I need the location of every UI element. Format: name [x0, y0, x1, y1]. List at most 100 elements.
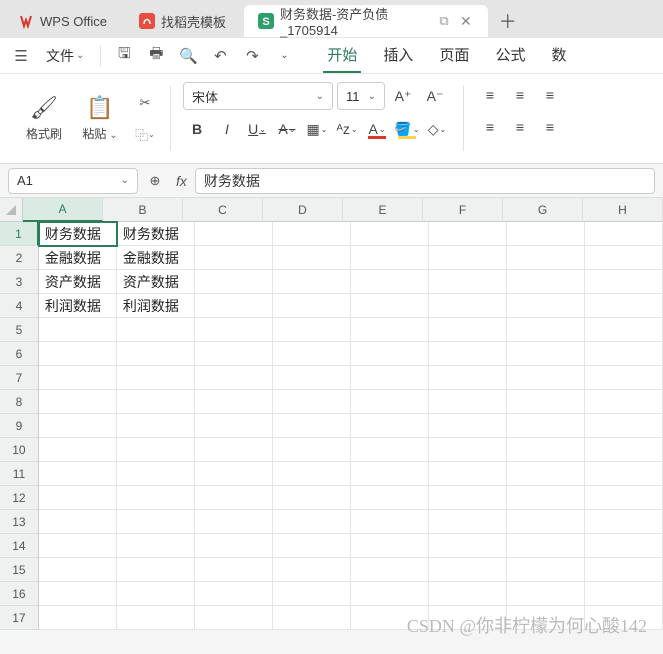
- cell[interactable]: [273, 390, 351, 414]
- tab-data[interactable]: 数: [547, 38, 570, 73]
- cell[interactable]: [429, 366, 507, 390]
- cell[interactable]: [195, 342, 273, 366]
- cell[interactable]: [117, 582, 195, 606]
- cell[interactable]: [273, 222, 351, 246]
- cell[interactable]: [507, 582, 585, 606]
- cell[interactable]: [117, 462, 195, 486]
- underline-button[interactable]: U⌄: [243, 116, 271, 142]
- cell[interactable]: [507, 366, 585, 390]
- cell[interactable]: [39, 582, 117, 606]
- cell[interactable]: [429, 582, 507, 606]
- cell[interactable]: 金融数据: [117, 246, 195, 270]
- cell[interactable]: [39, 558, 117, 582]
- column-header[interactable]: A: [23, 198, 103, 222]
- cell[interactable]: [585, 606, 663, 630]
- cell[interactable]: 利润数据: [117, 294, 195, 318]
- cell[interactable]: [195, 486, 273, 510]
- cell[interactable]: [195, 222, 273, 246]
- cell[interactable]: 资产数据: [117, 270, 195, 294]
- cell[interactable]: [39, 318, 117, 342]
- tab-start[interactable]: 开始: [323, 38, 361, 73]
- cell[interactable]: [273, 294, 351, 318]
- cell[interactable]: [429, 390, 507, 414]
- cell[interactable]: [117, 510, 195, 534]
- cell[interactable]: [585, 438, 663, 462]
- tab-wps-office[interactable]: WPS Office: [4, 5, 121, 37]
- cell[interactable]: [507, 246, 585, 270]
- cell[interactable]: [351, 414, 429, 438]
- app-menu-button[interactable]: ☰: [8, 43, 34, 69]
- cell[interactable]: [507, 390, 585, 414]
- row-header[interactable]: 12: [0, 486, 39, 510]
- cell[interactable]: [273, 462, 351, 486]
- cell[interactable]: [585, 318, 663, 342]
- tab-docer[interactable]: 找稻壳模板: [125, 5, 240, 37]
- strikethrough-button[interactable]: A⌄: [273, 116, 301, 142]
- cell[interactable]: [273, 486, 351, 510]
- file-menu[interactable]: 文件 ⌄: [40, 42, 90, 70]
- preview-button[interactable]: 🔍: [175, 43, 201, 69]
- name-box[interactable]: A1 ⌄: [8, 168, 138, 194]
- phonetic-button[interactable]: ᴬᴢ⌄: [333, 116, 361, 142]
- tab-formula[interactable]: 公式: [491, 38, 529, 73]
- cell[interactable]: [585, 342, 663, 366]
- cell[interactable]: [195, 270, 273, 294]
- align-left-button[interactable]: ≡: [476, 114, 504, 140]
- cell[interactable]: [39, 366, 117, 390]
- align-bot-button[interactable]: ≡: [536, 82, 564, 108]
- cell[interactable]: [273, 534, 351, 558]
- cell[interactable]: [351, 486, 429, 510]
- cell[interactable]: [273, 318, 351, 342]
- cell[interactable]: [585, 222, 663, 246]
- cell[interactable]: [273, 414, 351, 438]
- paste-button[interactable]: 📋 粘贴 ⌄: [76, 95, 124, 142]
- select-all-corner[interactable]: [0, 198, 23, 222]
- cell[interactable]: [429, 294, 507, 318]
- cell[interactable]: [585, 390, 663, 414]
- format-painter-button[interactable]: 🖌 格式刷: [20, 95, 68, 142]
- cell[interactable]: [507, 270, 585, 294]
- cell[interactable]: [351, 390, 429, 414]
- cell[interactable]: [117, 342, 195, 366]
- cell[interactable]: 资产数据: [39, 270, 117, 294]
- undo-button[interactable]: ↶: [207, 43, 233, 69]
- cell[interactable]: [585, 486, 663, 510]
- cell[interactable]: [585, 558, 663, 582]
- fx-icon[interactable]: fx: [172, 173, 191, 189]
- cell[interactable]: [351, 366, 429, 390]
- cell[interactable]: [195, 534, 273, 558]
- cell[interactable]: [39, 414, 117, 438]
- cell[interactable]: [117, 486, 195, 510]
- row-header[interactable]: 7: [0, 366, 39, 390]
- cell[interactable]: [39, 438, 117, 462]
- cell[interactable]: [117, 534, 195, 558]
- cell[interactable]: [585, 414, 663, 438]
- cell[interactable]: [507, 606, 585, 630]
- cell[interactable]: [195, 390, 273, 414]
- font-name-select[interactable]: 宋体 ⌄: [183, 82, 333, 110]
- cell[interactable]: [507, 462, 585, 486]
- cell[interactable]: [507, 318, 585, 342]
- copy-button[interactable]: ⿻⌄: [132, 122, 158, 148]
- align-right-button[interactable]: ≡: [536, 114, 564, 140]
- cell[interactable]: [507, 294, 585, 318]
- cell[interactable]: [507, 510, 585, 534]
- cell[interactable]: [39, 606, 117, 630]
- cell[interactable]: [273, 342, 351, 366]
- cell[interactable]: [507, 414, 585, 438]
- cell[interactable]: [507, 486, 585, 510]
- cell[interactable]: 利润数据: [39, 294, 117, 318]
- cell[interactable]: 财务数据: [117, 222, 195, 246]
- column-header[interactable]: F: [423, 198, 503, 222]
- cell[interactable]: [585, 534, 663, 558]
- more-qat-button[interactable]: ⌄: [271, 43, 297, 69]
- cell[interactable]: [39, 342, 117, 366]
- cell[interactable]: [585, 510, 663, 534]
- cell[interactable]: [429, 486, 507, 510]
- cell[interactable]: [117, 414, 195, 438]
- cell[interactable]: [273, 438, 351, 462]
- tab-insert[interactable]: 插入: [379, 38, 417, 73]
- cell[interactable]: [585, 462, 663, 486]
- column-header[interactable]: C: [183, 198, 263, 222]
- row-header[interactable]: 16: [0, 582, 39, 606]
